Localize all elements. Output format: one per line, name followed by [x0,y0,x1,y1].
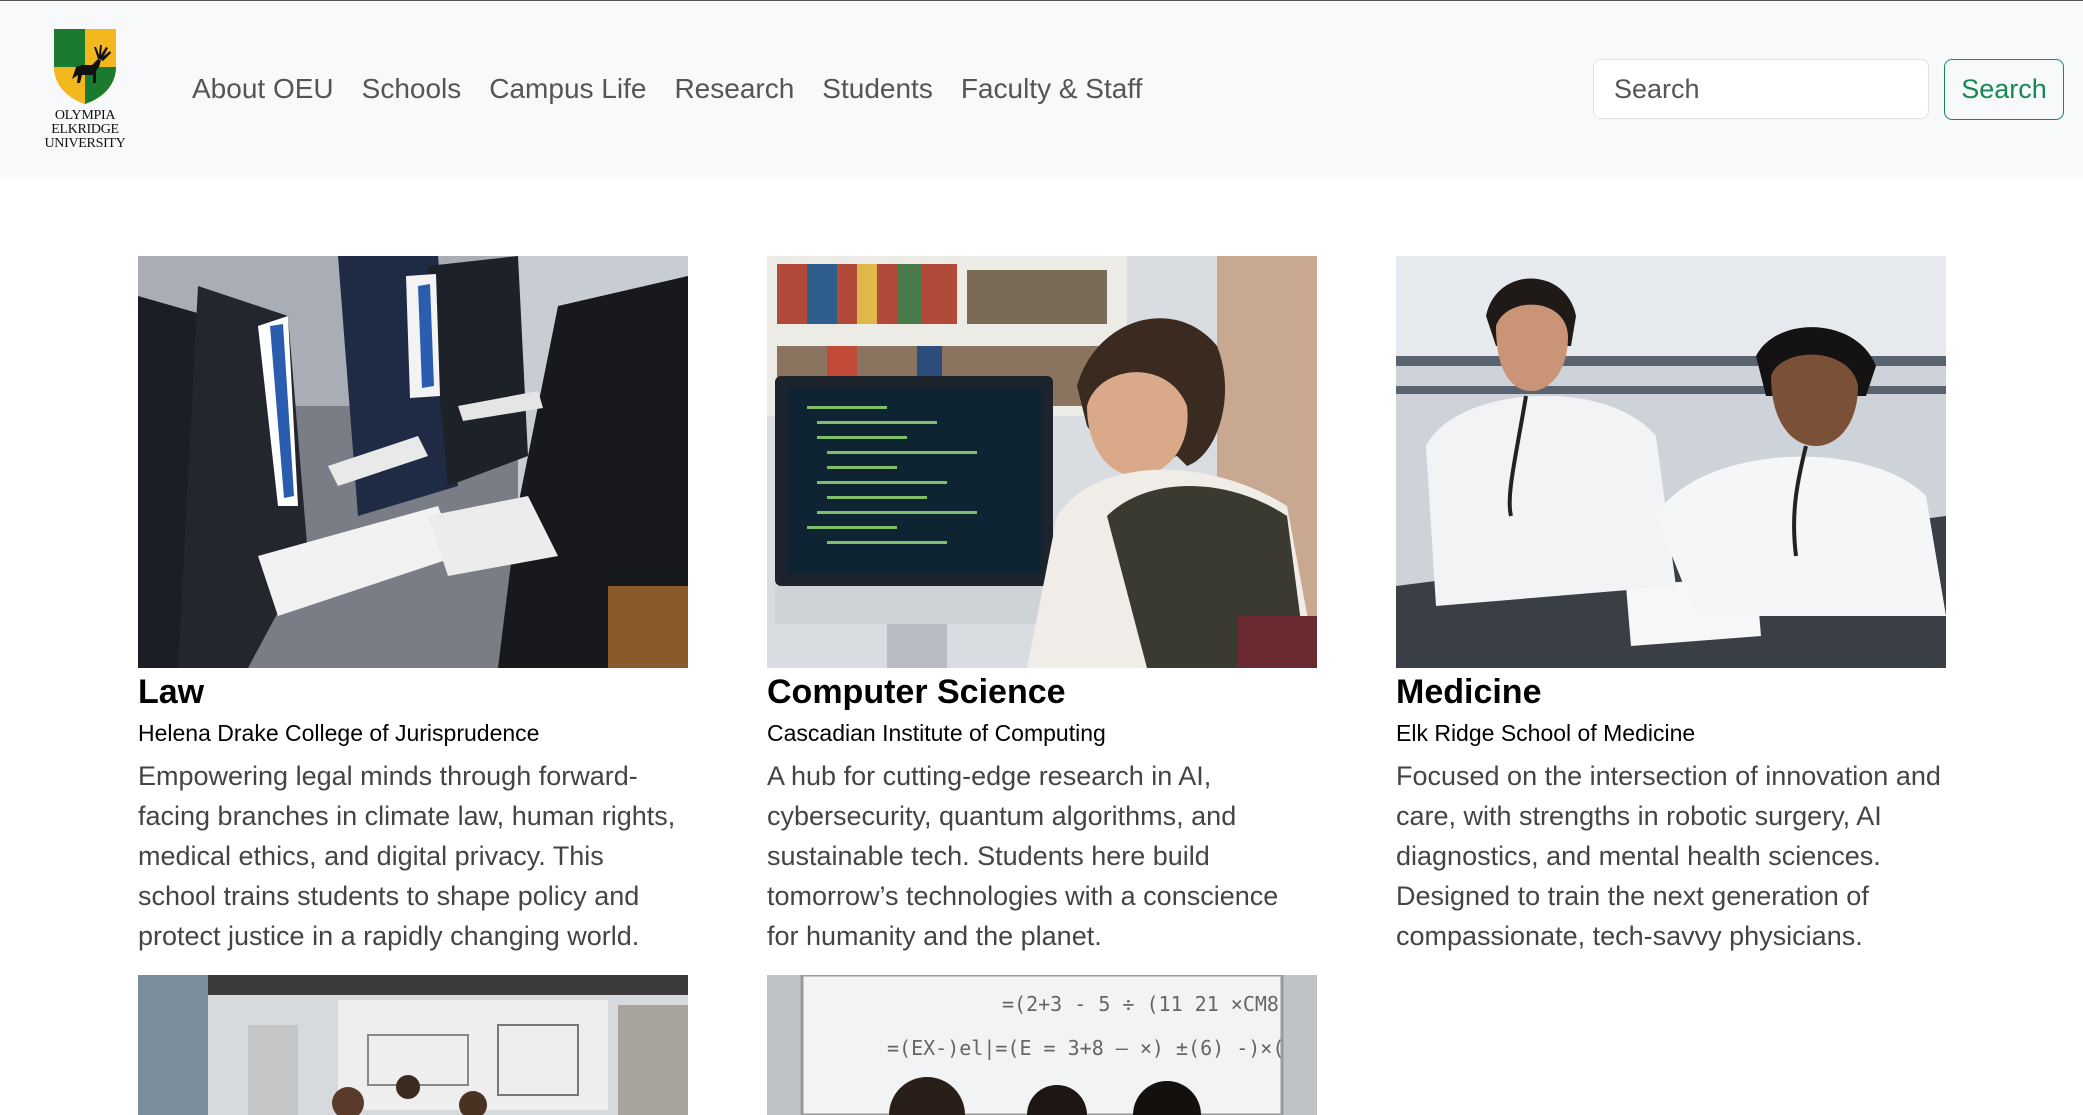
medicine-students-image [1396,256,1946,668]
school-card-law[interactable]: Law Helena Drake College of Jurisprudenc… [138,256,688,956]
card-title[interactable]: Computer Science [767,672,1317,712]
card-description: A hub for cutting-edge research in AI, c… [767,761,1279,951]
card-subtitle: Helena Drake College of Jurisprudence [138,720,540,746]
search-input[interactable] [1593,59,1929,119]
computer-science-image [767,256,1317,668]
nav-research[interactable]: Research [674,69,794,109]
university-logo[interactable]: OLYMPIA ELKRIDGE UNIVERSITY [40,27,130,157]
whiteboard-line-2: =(EX-)el|=(E = 3+8 — ×) ±(6) -)×( [887,1036,1284,1060]
card-subtitle: Elk Ridge School of Medicine [1396,720,1696,746]
nav-faculty-staff[interactable]: Faculty & Staff [961,69,1143,109]
main-nav: About OEU Schools Campus Life Research S… [192,69,1170,109]
search-button[interactable]: Search [1944,59,2064,120]
logo-text: OLYMPIA ELKRIDGE UNIVERSITY [40,109,130,151]
card-description: Empowering legal minds through forward-f… [138,761,676,951]
nav-about[interactable]: About OEU [192,69,334,109]
nav-students[interactable]: Students [822,69,933,109]
card-title[interactable]: Law [138,672,688,712]
logo-line-2: ELKRIDGE [51,122,119,137]
card-title[interactable]: Medicine [1396,672,1946,712]
card-description: Focused on the intersection of innovatio… [1396,761,1941,951]
whiteboard-line-1: =(2+3 - 5 ÷ (11 21 ×CM8 [1002,992,1279,1016]
navbar: OLYMPIA ELKRIDGE UNIVERSITY About OEU Sc… [0,1,2083,177]
logo-line-3: UNIVERSITY [44,136,126,151]
elk-shield-icon [54,29,116,104]
law-students-image [138,256,688,668]
logo-line-1: OLYMPIA [54,108,116,123]
nav-schools[interactable]: Schools [362,69,462,109]
card-subtitle: Cascadian Institute of Computing [767,720,1106,746]
nav-campus-life[interactable]: Campus Life [489,69,646,109]
school-card-computer-science[interactable]: Computer Science Cascadian Institute of … [767,256,1317,956]
school-card-mathematics-image[interactable]: =(2+3 - 5 ÷ (11 21 ×CM8 =(EX-)el|=(E = 3… [767,975,1317,1115]
school-card-medicine[interactable]: Medicine Elk Ridge School of Medicine Fo… [1396,256,1946,956]
school-card-engineering-image[interactable] [138,975,688,1115]
